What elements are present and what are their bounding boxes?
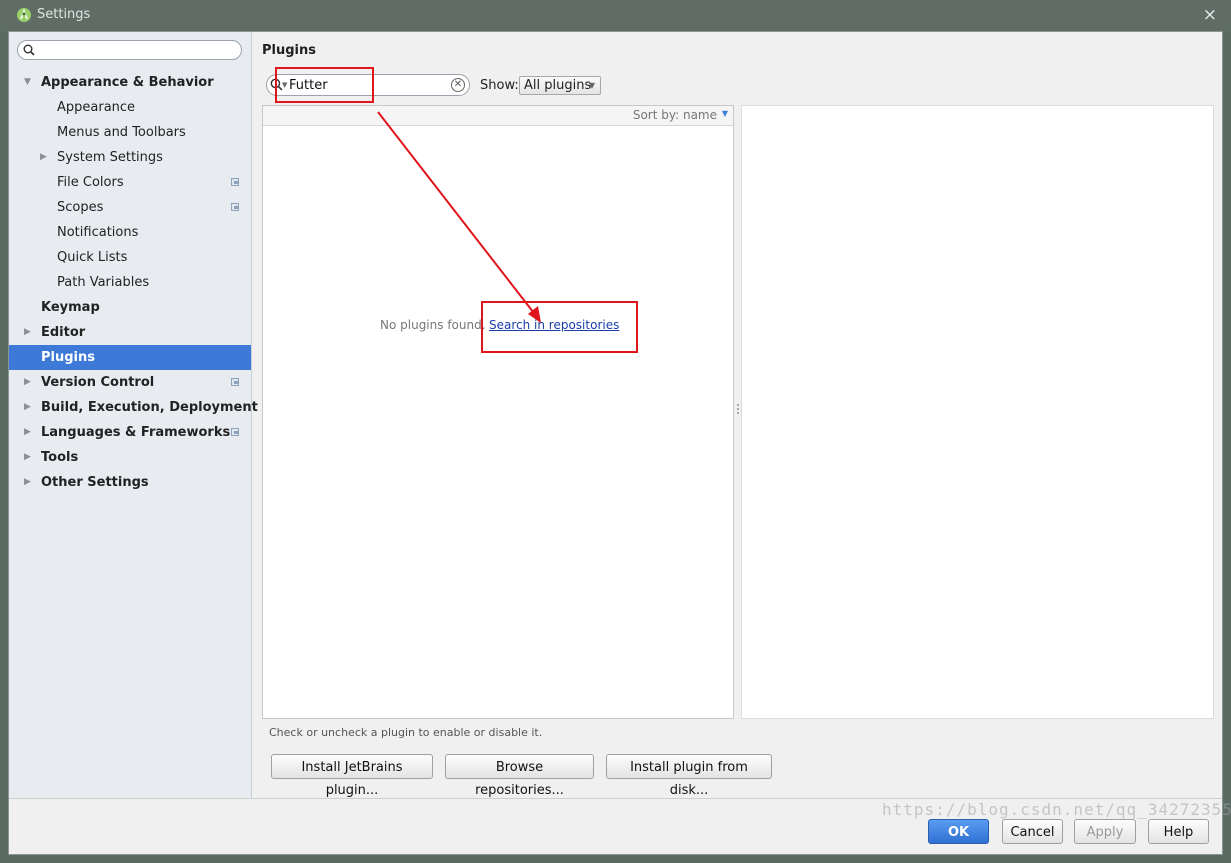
sort-bar: Sort by: name ▼ [263,106,733,126]
plugin-details-panel [741,105,1214,719]
expand-arrow-right-icon[interactable]: ▶ [24,320,31,345]
show-filter-value: All plugins [524,78,592,93]
expand-arrow-right-icon[interactable]: ▶ [24,445,31,470]
sidebar-item-label: Path Variables [57,275,150,290]
apply-button[interactable]: Apply [1074,819,1136,844]
expand-arrow-right-icon[interactable]: ▶ [24,395,31,420]
sidebar-item-label: Editor [41,325,86,340]
sidebar-search-input[interactable] [40,42,235,58]
plugins-page: Plugins ▼ ✕ Show: All plugins ▼ Sort by:… [252,32,1222,798]
expand-arrow-right-icon[interactable]: ▶ [24,470,31,495]
close-icon[interactable]: × [1203,5,1217,25]
expand-arrow-right-icon[interactable]: ▶ [24,370,31,395]
android-studio-icon [17,8,31,22]
title-bar: Settings × [0,0,1231,31]
sidebar-item-label: Other Settings [41,475,149,490]
window-title: Settings [37,7,91,22]
expand-arrow-right-icon[interactable]: ▶ [24,420,31,445]
plugin-list[interactable]: Sort by: name ▼ No plugins found. Search… [262,105,734,719]
cancel-button[interactable]: Cancel [1002,819,1063,844]
expand-arrow-down-icon[interactable]: ▼ [24,70,31,95]
show-filter-label: Show: [480,78,519,93]
sidebar-search-field[interactable] [17,40,242,60]
sidebar-item-version-control[interactable]: ▶ Version Control [9,370,251,395]
show-filter-dropdown[interactable]: All plugins ▼ [519,76,601,95]
sidebar-item-languages-frameworks[interactable]: ▶ Languages & Frameworks [9,420,251,445]
sidebar-item-tools[interactable]: ▶ Tools [9,445,251,470]
settings-tree: ▼ Appearance & Behavior Appearance Menus an… [9,70,258,495]
sidebar-item-label: Tools [41,450,79,465]
sidebar-item-build-execution-deployment[interactable]: ▶ Build, Execution, Deployment [9,395,258,420]
sidebar-item-label: Version Control [41,375,155,390]
install-plugin-from-disk-button[interactable]: Install plugin from disk... [606,754,772,798]
page-title: Plugins [262,43,316,58]
sidebar-item-label: Notifications [57,225,139,240]
sidebar-item-quick-lists[interactable]: Quick Lists [9,245,251,270]
search-icon [23,44,35,56]
clear-search-icon[interactable]: ✕ [451,78,465,92]
sidebar-item-label: Scopes [57,200,104,215]
sidebar-item-plugins[interactable]: Plugins [9,345,251,370]
ok-button[interactable]: OK [928,819,989,844]
install-jetbrains-plugin-button[interactable]: Install JetBrains plugin... [271,754,433,798]
no-plugins-message: No plugins found. [380,318,486,332]
sidebar-item-appearance-behavior[interactable]: ▼ Appearance & Behavior [9,70,251,95]
help-button[interactable]: Help [1148,819,1209,844]
project-level-icon [231,178,239,186]
sidebar-item-label: Appearance [57,100,136,115]
sidebar-item-system-settings[interactable]: ▶ System Settings [9,145,251,170]
watermark: https://blog.csdn.net/qq_34272355 [882,800,1231,819]
project-level-icon [231,203,239,211]
sidebar-item-editor[interactable]: ▶ Editor [9,320,251,345]
expand-arrow-right-icon[interactable]: ▶ [40,145,47,170]
browse-repositories-button[interactable]: Browse repositories... [445,754,594,798]
sidebar-item-label: Menus and Toolbars [57,125,186,140]
sidebar-item-appearance[interactable]: Appearance [9,95,251,120]
sidebar-item-label: Build, Execution, Deployment [41,400,258,415]
sidebar-item-notifications[interactable]: Notifications [9,220,251,245]
sidebar-item-scopes[interactable]: Scopes [9,195,251,220]
chevron-down-icon: ▼ [588,81,595,90]
annotation-box-link [481,301,638,353]
project-level-icon [231,428,239,436]
sidebar-item-label: Quick Lists [57,250,128,265]
sidebar-item-other-settings[interactable]: ▶ Other Settings [9,470,251,495]
sidebar-item-path-variables[interactable]: Path Variables [9,270,251,295]
project-level-icon [231,378,239,386]
splitter-handle[interactable] [736,402,740,416]
sidebar-item-label: System Settings [57,150,163,165]
plugin-hint-text: Check or uncheck a plugin to enable or d… [269,726,543,739]
settings-dialog: ▼ Appearance & Behavior Appearance Menus an… [8,31,1223,855]
sidebar-item-label: Appearance & Behavior [41,75,214,90]
sidebar-item-label: Languages & Frameworks [41,425,231,440]
sidebar-item-label: Plugins [41,350,95,365]
sort-dropdown-icon[interactable]: ▼ [722,109,728,118]
sidebar-item-file-colors[interactable]: File Colors [9,170,251,195]
sidebar-item-label: File Colors [57,175,124,190]
sidebar-item-menus-and-toolbars[interactable]: Menus and Toolbars [9,120,251,145]
annotation-box-search [275,67,374,103]
sort-by-button[interactable]: Sort by: name [633,108,717,122]
settings-sidebar: ▼ Appearance & Behavior Appearance Menus an… [9,32,258,798]
sidebar-item-keymap[interactable]: Keymap [9,295,251,320]
sidebar-item-label: Keymap [41,300,100,315]
